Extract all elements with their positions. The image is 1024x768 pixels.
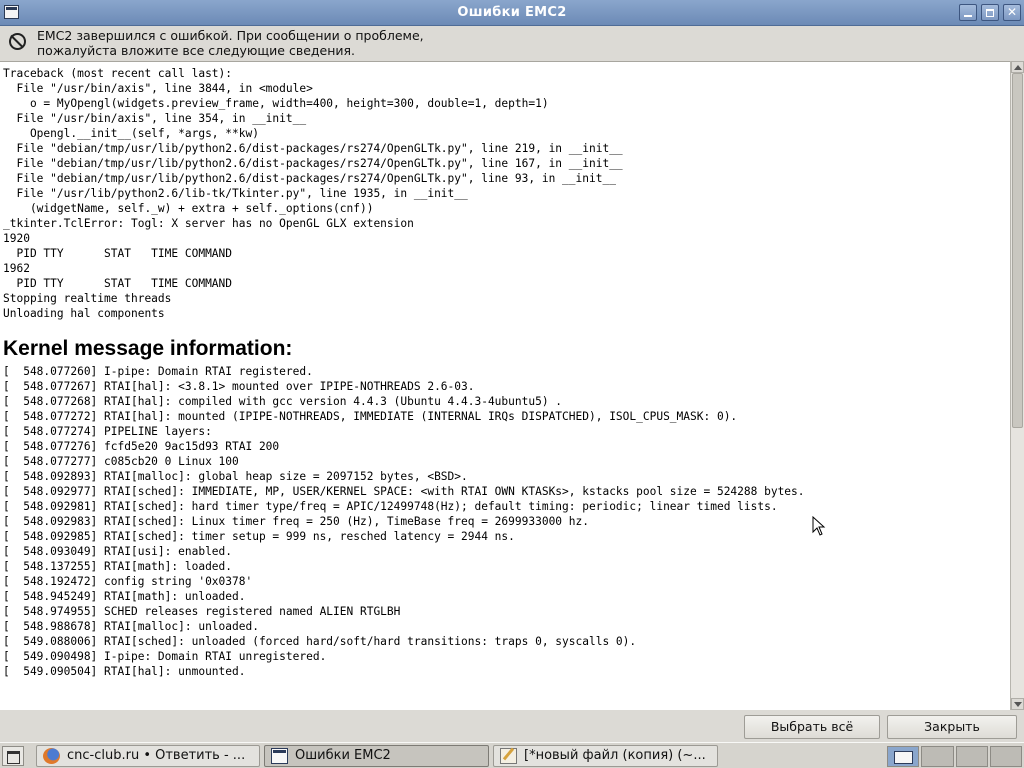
text-editor-icon [500,748,517,764]
maximize-icon [982,5,998,20]
close-icon: ✕ [1006,5,1018,19]
button-bar: Выбрать всё Закрыть [0,710,1024,742]
workspace-switcher[interactable] [887,746,1022,767]
scroll-down-arrow-icon[interactable] [1011,698,1024,710]
workspace-3[interactable] [955,746,988,767]
vertical-scrollbar[interactable] [1010,61,1024,710]
taskbar-item-label: [*новый файл (копия) (~... [524,748,706,763]
error-message-line1: EMC2 завершился с ошибкой. При сообщении… [37,28,424,43]
error-message-line2: пожалуйста вложите все следующие сведени… [37,43,356,58]
workspace-1[interactable] [887,746,920,767]
title-bar[interactable]: Ошибки EMC2 ✕ [0,0,1024,26]
start-menu-icon[interactable] [2,746,24,766]
maximize-button[interactable] [981,4,999,21]
close-button[interactable]: Закрыть [887,715,1017,739]
mouse-pointer-icon [812,516,826,536]
error-log-text[interactable]: Traceback (most recent call last): File … [0,61,1010,710]
minimize-icon [960,5,976,20]
traceback-text: Traceback (most recent call last): File … [3,67,623,320]
taskbar-item-label: cnc-club.ru • Ответить - ... [67,748,246,763]
minimize-button[interactable] [959,4,977,21]
error-header: EMC2 завершился с ошибкой. При сообщении… [0,26,1024,61]
workspace-2[interactable] [921,746,954,767]
taskbar: cnc-club.ru • Ответить - ... Ошибки EMC2… [0,742,1024,768]
close-window-button[interactable]: ✕ [1003,4,1021,21]
scroll-up-arrow-icon[interactable] [1011,61,1024,73]
kernel-heading: Kernel message information: [3,337,293,360]
select-all-button[interactable]: Выбрать всё [744,715,880,739]
scrollbar-thumb[interactable] [1012,73,1023,428]
window-title: Ошибки EMC2 [457,5,567,20]
error-message: EMC2 завершился с ошибкой. При сообщении… [37,28,424,58]
firefox-icon [43,748,60,764]
window-icon [271,748,288,764]
stop-icon [9,33,26,50]
taskbar-item-text-editor[interactable]: [*новый файл (копия) (~... [493,745,718,767]
taskbar-item-emc2-errors[interactable]: Ошибки EMC2 [264,745,489,767]
taskbar-item-firefox[interactable]: cnc-club.ru • Ответить - ... [36,745,260,767]
taskbar-item-label: Ошибки EMC2 [295,748,391,763]
workspace-4[interactable] [989,746,1022,767]
kernel-messages: [ 548.077260] I-pipe: Domain RTAI regist… [3,365,805,678]
